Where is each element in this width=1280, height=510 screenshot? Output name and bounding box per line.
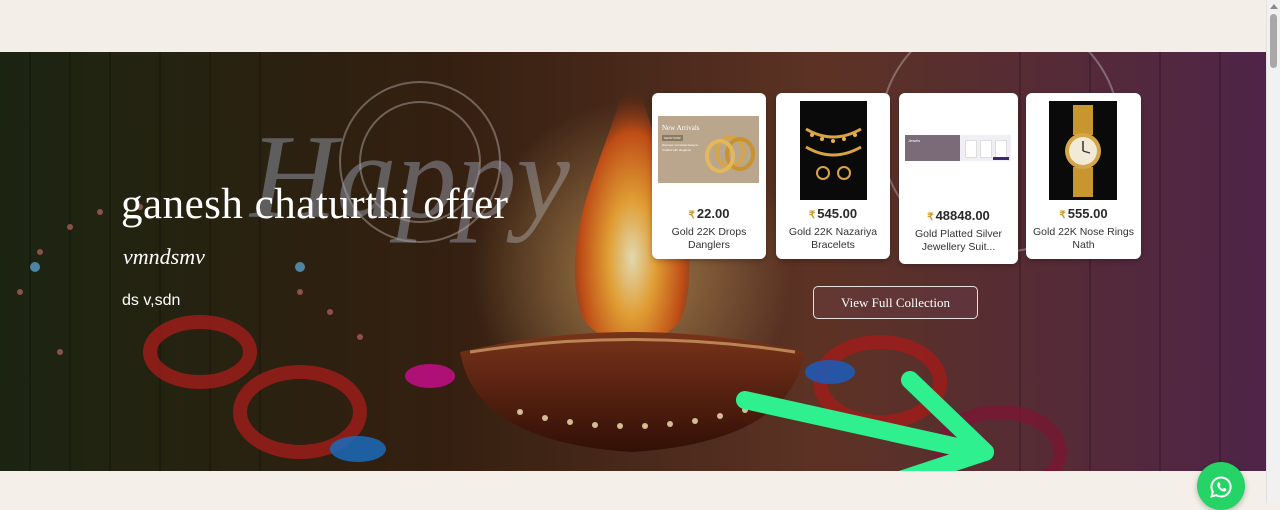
rupee-icon: ₹ (927, 212, 934, 223)
product-name[interactable]: Gold 22K Nose Rings Nath (1032, 226, 1135, 252)
page-scrollbar[interactable] (1266, 0, 1280, 503)
product-price: ₹555.00 (1059, 206, 1108, 221)
view-full-collection-button[interactable]: View Full Collection (813, 286, 978, 319)
product-price: ₹22.00 (688, 206, 730, 221)
product-card[interactable]: New Arrivals SHOP NOW Discover our lates… (652, 93, 766, 259)
product-image (800, 101, 867, 200)
rupee-icon: ₹ (1059, 210, 1066, 221)
banner-subtitle: vmndsmv (123, 244, 205, 269)
product-price: ₹545.00 (808, 206, 858, 221)
product-name[interactable]: Gold 22K Drops Danglers (658, 226, 760, 252)
product-name[interactable]: Gold Platted Silver Jewellery Suit... (905, 228, 1012, 254)
rupee-icon: ₹ (688, 210, 695, 221)
product-card[interactable]: ₹555.00 Gold 22K Nose Rings Nath (1026, 93, 1141, 259)
rupee-icon: ₹ (808, 210, 816, 221)
gold-rings-image (705, 135, 755, 173)
gold-watch-image (1065, 105, 1101, 197)
scroll-up-icon[interactable] (1270, 4, 1278, 9)
bracelet-image (805, 127, 862, 180)
bottom-bar (0, 471, 1266, 503)
product-image: New Arrivals SHOP NOW Discover our lates… (658, 116, 759, 183)
product-image (1049, 101, 1117, 200)
banner-description: ds v,sdn (122, 292, 181, 309)
product-card[interactable]: Jewels ₹48848.00 Gold Platted Silver Jew… (899, 93, 1018, 264)
product-card[interactable]: ₹545.00 Gold 22K Nazariya Bracelets (776, 93, 890, 259)
product-image: Jewels (905, 135, 1011, 161)
banner-title: ganesh chaturthi offer (121, 181, 509, 228)
product-price: ₹48848.00 (927, 208, 990, 223)
product-name[interactable]: Gold 22K Nazariya Bracelets (782, 226, 884, 252)
product-image-heading: Jewels (908, 138, 921, 143)
top-bar (0, 0, 1266, 52)
scrollbar-thumb[interactable] (1270, 14, 1277, 68)
whatsapp-icon (1210, 476, 1232, 498)
